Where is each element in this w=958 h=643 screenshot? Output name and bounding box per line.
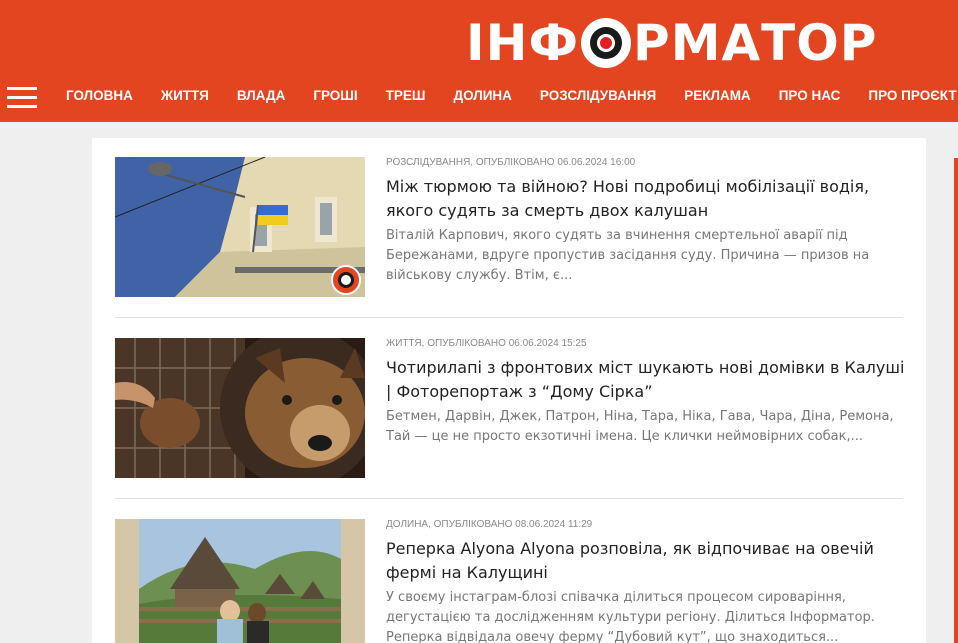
- eye-logo-icon: [581, 18, 632, 68]
- article-list: РОЗСЛІДУВАННЯ, ОПУБЛІКОВАНО 06.06.2024 1…: [92, 138, 926, 643]
- article-meta: РОЗСЛІДУВАННЯ, ОПУБЛІКОВАНО 06.06.2024 1…: [386, 157, 636, 168]
- nav-item-life[interactable]: ЖИТТЯ: [147, 88, 223, 103]
- article-divider: [115, 317, 903, 318]
- article-excerpt: Бетмен, Дарвін, Джек, Патрон, Ніна, Тара…: [386, 409, 894, 444]
- article-meta: ЖИТТЯ, ОПУБЛІКОВАНО 06.06.2024 15:25: [386, 338, 587, 349]
- article-title[interactable]: Між тюрмою та війною? Нові подробиці моб…: [386, 175, 906, 223]
- nav-item-investigations[interactable]: РОЗСЛІДУВАННЯ: [526, 88, 670, 103]
- nav-item-power[interactable]: ВЛАДА: [223, 88, 300, 103]
- logo-text-end: РМАТОР: [633, 14, 878, 72]
- article-item[interactable]: ЖИТТЯ, ОПУБЛІКОВАНО 06.06.2024 15:25 Чот…: [115, 338, 906, 479]
- nav-item-home[interactable]: ГОЛОВНА: [52, 88, 147, 103]
- nav-item-trash[interactable]: ТРЕШ: [372, 88, 440, 103]
- nav-item-money[interactable]: ГРОШІ: [299, 88, 371, 103]
- nav-item-dolyna[interactable]: ДОЛИНА: [439, 88, 525, 103]
- article-item[interactable]: РОЗСЛІДУВАННЯ, ОПУБЛІКОВАНО 06.06.2024 1…: [115, 157, 903, 298]
- article-meta: ДОЛИНА, ОПУБЛІКОВАНО 08.06.2024 11:29: [386, 519, 593, 530]
- article-title[interactable]: Реперка Alyona Alyona розповіла, як відп…: [386, 537, 906, 585]
- article-thumbnail[interactable]: [115, 157, 365, 297]
- article-title[interactable]: Чотирилапі з фронтових міст шукають нові…: [386, 356, 906, 404]
- nav-item-about[interactable]: ПРО НАС: [765, 88, 855, 103]
- article-thumbnail[interactable]: [115, 519, 365, 643]
- article-divider: [115, 498, 903, 499]
- article-excerpt: Віталій Карпович, якого судять за вчинен…: [386, 228, 870, 283]
- sidebar-edge: [954, 158, 958, 643]
- menu-icon[interactable]: [7, 87, 37, 108]
- informator-badge-icon: [331, 265, 361, 295]
- nav-item-project[interactable]: ПРО ПРОЄКТ: [854, 88, 958, 103]
- site-logo[interactable]: ІНФ РМАТОР: [466, 12, 877, 74]
- site-header: ІНФ РМАТОР ГОЛОВНА ЖИТТЯ ВЛАДА ГРОШІ ТРЕ…: [0, 0, 958, 122]
- article-excerpt: У своєму інстаграм-блозі співачка ділить…: [386, 590, 875, 643]
- main-nav: ГОЛОВНА ЖИТТЯ ВЛАДА ГРОШІ ТРЕШ ДОЛИНА РО…: [52, 88, 958, 103]
- article-item[interactable]: ДОЛИНА, ОПУБЛІКОВАНО 08.06.2024 11:29 Ре…: [115, 519, 903, 643]
- article-thumbnail[interactable]: [115, 338, 365, 478]
- logo-text-start: ІНФ: [466, 14, 580, 72]
- nav-item-advertising[interactable]: РЕКЛАМА: [670, 88, 764, 103]
